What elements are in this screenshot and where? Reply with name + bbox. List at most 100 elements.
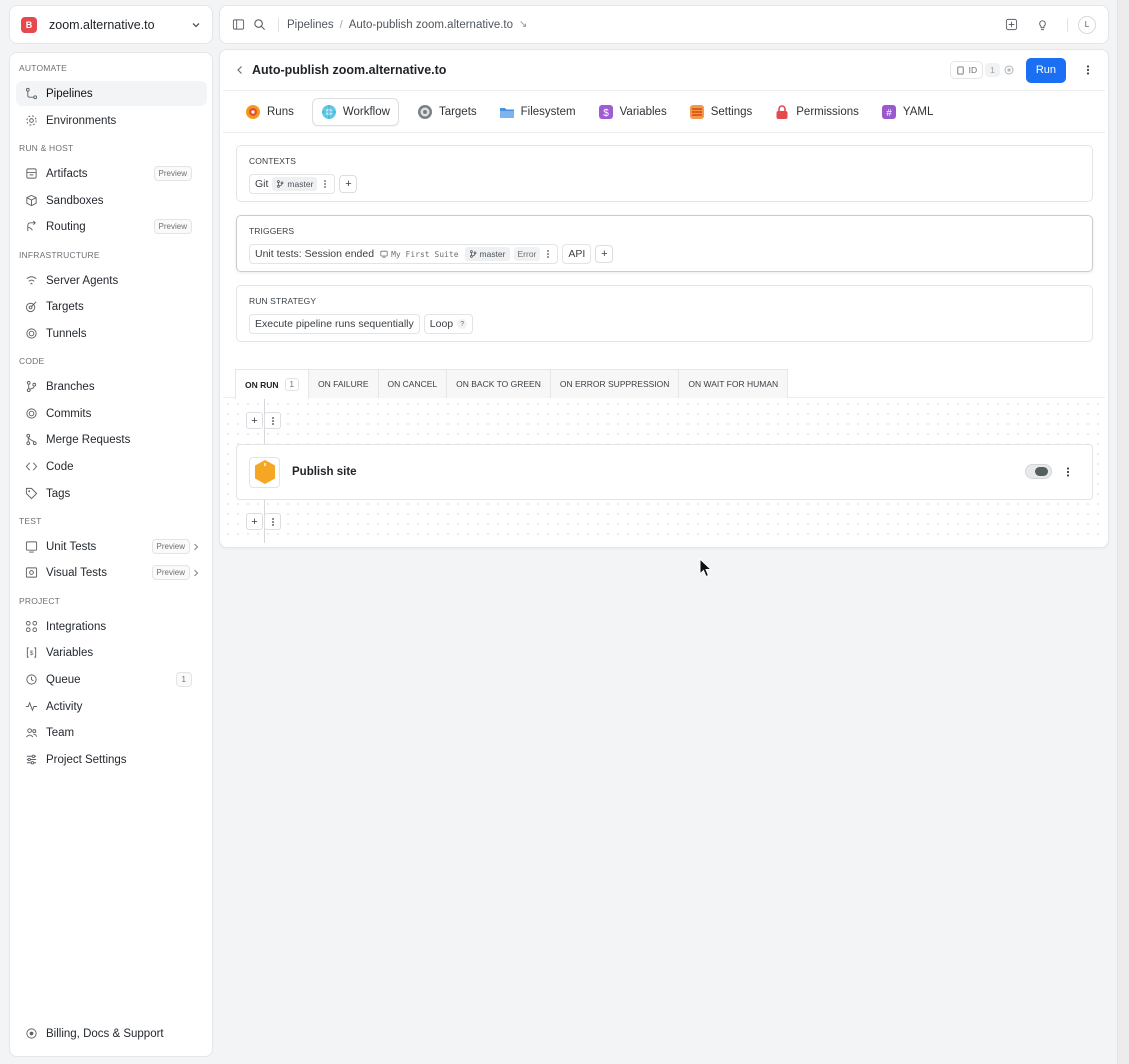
tab-label: ON BACK TO GREEN	[456, 379, 541, 389]
page-scrollbar[interactable]	[1117, 0, 1129, 1064]
environments-icon	[26, 115, 37, 126]
suite-name: My First Suite	[391, 249, 459, 259]
run-button[interactable]: Run	[1025, 57, 1066, 83]
back-chevron-icon[interactable]	[234, 64, 246, 76]
step-options-button[interactable]	[264, 513, 281, 530]
divider	[1067, 17, 1068, 32]
step-name: Publish site	[292, 466, 357, 478]
tab-on-failure[interactable]: ON FAILURE	[307, 369, 379, 398]
tab-label: Variables	[619, 105, 667, 118]
lock-icon	[776, 104, 788, 119]
trigger-chip-unit-tests[interactable]: Unit tests: Session ended My First Suite…	[249, 244, 559, 264]
api-label: API	[568, 248, 586, 260]
more-vertical-icon[interactable]	[544, 249, 552, 259]
tab-yaml[interactable]: # YAML	[877, 98, 937, 126]
tab-settings[interactable]: Settings	[685, 98, 757, 126]
more-vertical-icon[interactable]	[1082, 64, 1094, 76]
trigger-chip-api[interactable]: API	[562, 244, 592, 264]
add-trigger-button[interactable]: +	[595, 245, 614, 263]
step-card[interactable]: Publish site	[236, 444, 1093, 500]
tab-filesystem[interactable]: Filesystem	[495, 98, 580, 126]
sidebar-item-merge-requests[interactable]: Merge Requests	[16, 427, 207, 452]
event-tabs: ON RUN 1 ON FAILURE ON CANCEL ON BACK TO…	[223, 369, 1105, 399]
search-icon[interactable]	[253, 18, 266, 31]
sidebar-item-label: Branches	[46, 380, 95, 393]
routing-icon	[27, 220, 36, 232]
tab-on-wait-for-human[interactable]: ON WAIT FOR HUMAN	[678, 369, 789, 398]
sidebar-item-tags[interactable]: Tags	[16, 481, 207, 506]
more-vertical-icon[interactable]	[321, 179, 329, 189]
sidebar-item-project-settings[interactable]: Project Settings	[16, 747, 207, 772]
trigger-chips: Unit tests: Session ended My First Suite…	[249, 244, 614, 264]
sidebar-item-pipelines[interactable]: Pipelines	[16, 81, 207, 106]
queue-count-badge: 1	[175, 672, 192, 687]
loop-chip[interactable]: Loop ?	[423, 314, 474, 334]
tab-on-error-suppression[interactable]: ON ERROR SUPPRESSION	[549, 369, 680, 398]
git-context-chip[interactable]: Git master	[249, 174, 336, 194]
tab-on-run[interactable]: ON RUN 1	[235, 369, 309, 399]
lightbulb-icon[interactable]	[1036, 18, 1049, 31]
sidebar-item-visual-tests[interactable]: Visual Tests Preview	[16, 560, 207, 585]
add-square-icon[interactable]	[1005, 18, 1018, 31]
breadcrumb-pipelines[interactable]: Pipelines	[287, 19, 334, 31]
section-test: TEST	[19, 516, 42, 526]
sidebar-item-label: Sandboxes	[46, 194, 104, 207]
tab-label: Filesystem	[520, 105, 576, 118]
tab-label: Targets	[438, 105, 477, 118]
sidebar-item-routing[interactable]: Routing Preview	[16, 214, 207, 239]
triggers-card: TRIGGERS Unit tests: Session ended My Fi…	[236, 215, 1093, 272]
runs-icon	[246, 104, 260, 119]
add-step-button[interactable]: +	[246, 412, 263, 429]
step-enabled-toggle[interactable]	[1025, 464, 1052, 479]
tab-targets[interactable]: Targets	[413, 98, 481, 126]
sidebar-item-unit-tests[interactable]: Unit Tests Preview	[16, 534, 207, 559]
sidebar-item-activity[interactable]: Activity	[16, 694, 207, 719]
sidebar-item-sandboxes[interactable]: Sandboxes	[16, 188, 207, 213]
breadcrumb-pipeline[interactable]: Auto-publish zoom.alternative.to	[349, 19, 513, 31]
sidebar-item-environments[interactable]: Environments	[16, 108, 207, 133]
stop-circle-icon[interactable]	[1004, 65, 1014, 75]
sidebar-item-tunnels[interactable]: Tunnels	[16, 321, 207, 346]
merge-icon	[26, 433, 37, 446]
tab-permissions[interactable]: Permissions	[770, 98, 863, 126]
sidebar-item-artifacts[interactable]: Artifacts Preview	[16, 161, 207, 186]
user-avatar[interactable]: L	[1078, 15, 1096, 34]
sidebar-item-label: Pipelines	[46, 87, 93, 100]
sidebar-item-team[interactable]: Team	[16, 720, 207, 745]
tab-label: ON CANCEL	[387, 379, 438, 389]
sidebar-item-targets[interactable]: Targets	[16, 294, 207, 319]
step-options-button[interactable]	[264, 412, 281, 429]
add-context-button[interactable]: +	[339, 175, 358, 193]
sidebar-item-server-agents[interactable]: Server Agents	[16, 268, 207, 293]
tab-on-back-to-green[interactable]: ON BACK TO GREEN	[446, 369, 551, 398]
preview-badge: Preview	[151, 539, 190, 554]
chevron-down-icon	[192, 22, 200, 27]
sidebar-item-branches[interactable]: Branches	[16, 374, 207, 399]
tab-workflow[interactable]: Workflow	[311, 97, 399, 126]
sidebar-item-integrations[interactable]: Integrations	[16, 614, 207, 639]
contexts-chips: Git master +	[249, 174, 358, 194]
id-copy-button[interactable]: ID	[949, 61, 984, 79]
project-switcher[interactable]: B zoom.alternative.to	[9, 5, 213, 44]
tab-variables[interactable]: $ Variables	[594, 98, 671, 126]
billing-docs-support[interactable]: Billing, Docs & Support	[16, 1021, 207, 1046]
sidebar-item-variables[interactable]: $ Variables	[16, 640, 207, 665]
on-run-count: 1	[284, 378, 299, 391]
add-step-button[interactable]: +	[246, 513, 263, 530]
sidebar-item-queue[interactable]: Queue 1	[16, 667, 207, 692]
tab-runs[interactable]: Runs	[241, 98, 298, 126]
strategy-chip[interactable]: Execute pipeline runs sequentially	[249, 314, 420, 334]
yaml-icon: #	[881, 104, 896, 119]
sidebar-toggle-icon[interactable]	[232, 18, 245, 31]
help-icon: ?	[457, 319, 468, 329]
git-commit-icon	[26, 408, 37, 419]
run-strategy-title: RUN STRATEGY	[249, 296, 317, 306]
tab-on-cancel[interactable]: ON CANCEL	[377, 369, 448, 398]
sidebar-item-commits[interactable]: Commits	[16, 401, 207, 426]
sidebar-item-label: Targets	[46, 300, 84, 313]
mouse-cursor-icon	[699, 558, 713, 578]
run-strategy-chips: Execute pipeline runs sequentially Loop …	[249, 314, 474, 334]
tunnel-icon	[26, 328, 37, 339]
more-vertical-icon[interactable]	[1062, 466, 1074, 478]
sidebar-item-code[interactable]: Code	[16, 454, 207, 479]
